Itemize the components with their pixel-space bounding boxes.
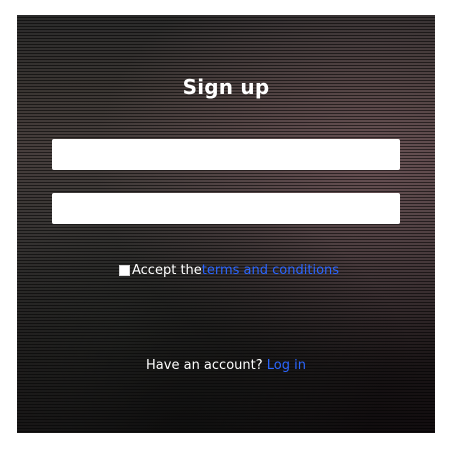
- terms-link[interactable]: terms and conditions: [202, 263, 339, 278]
- signup-panel: Sign up Accept the terms and conditions …: [17, 15, 435, 433]
- signup-field-1[interactable]: [52, 139, 400, 170]
- terms-label: Accept the: [132, 263, 202, 278]
- terms-row: Accept the terms and conditions: [119, 263, 339, 278]
- account-row: Have an account? Log in: [17, 358, 435, 373]
- page-title: Sign up: [182, 75, 270, 99]
- account-label: Have an account?: [146, 358, 267, 373]
- signup-field-2[interactable]: [52, 193, 400, 224]
- login-link[interactable]: Log in: [267, 358, 306, 373]
- terms-checkbox[interactable]: [119, 265, 130, 276]
